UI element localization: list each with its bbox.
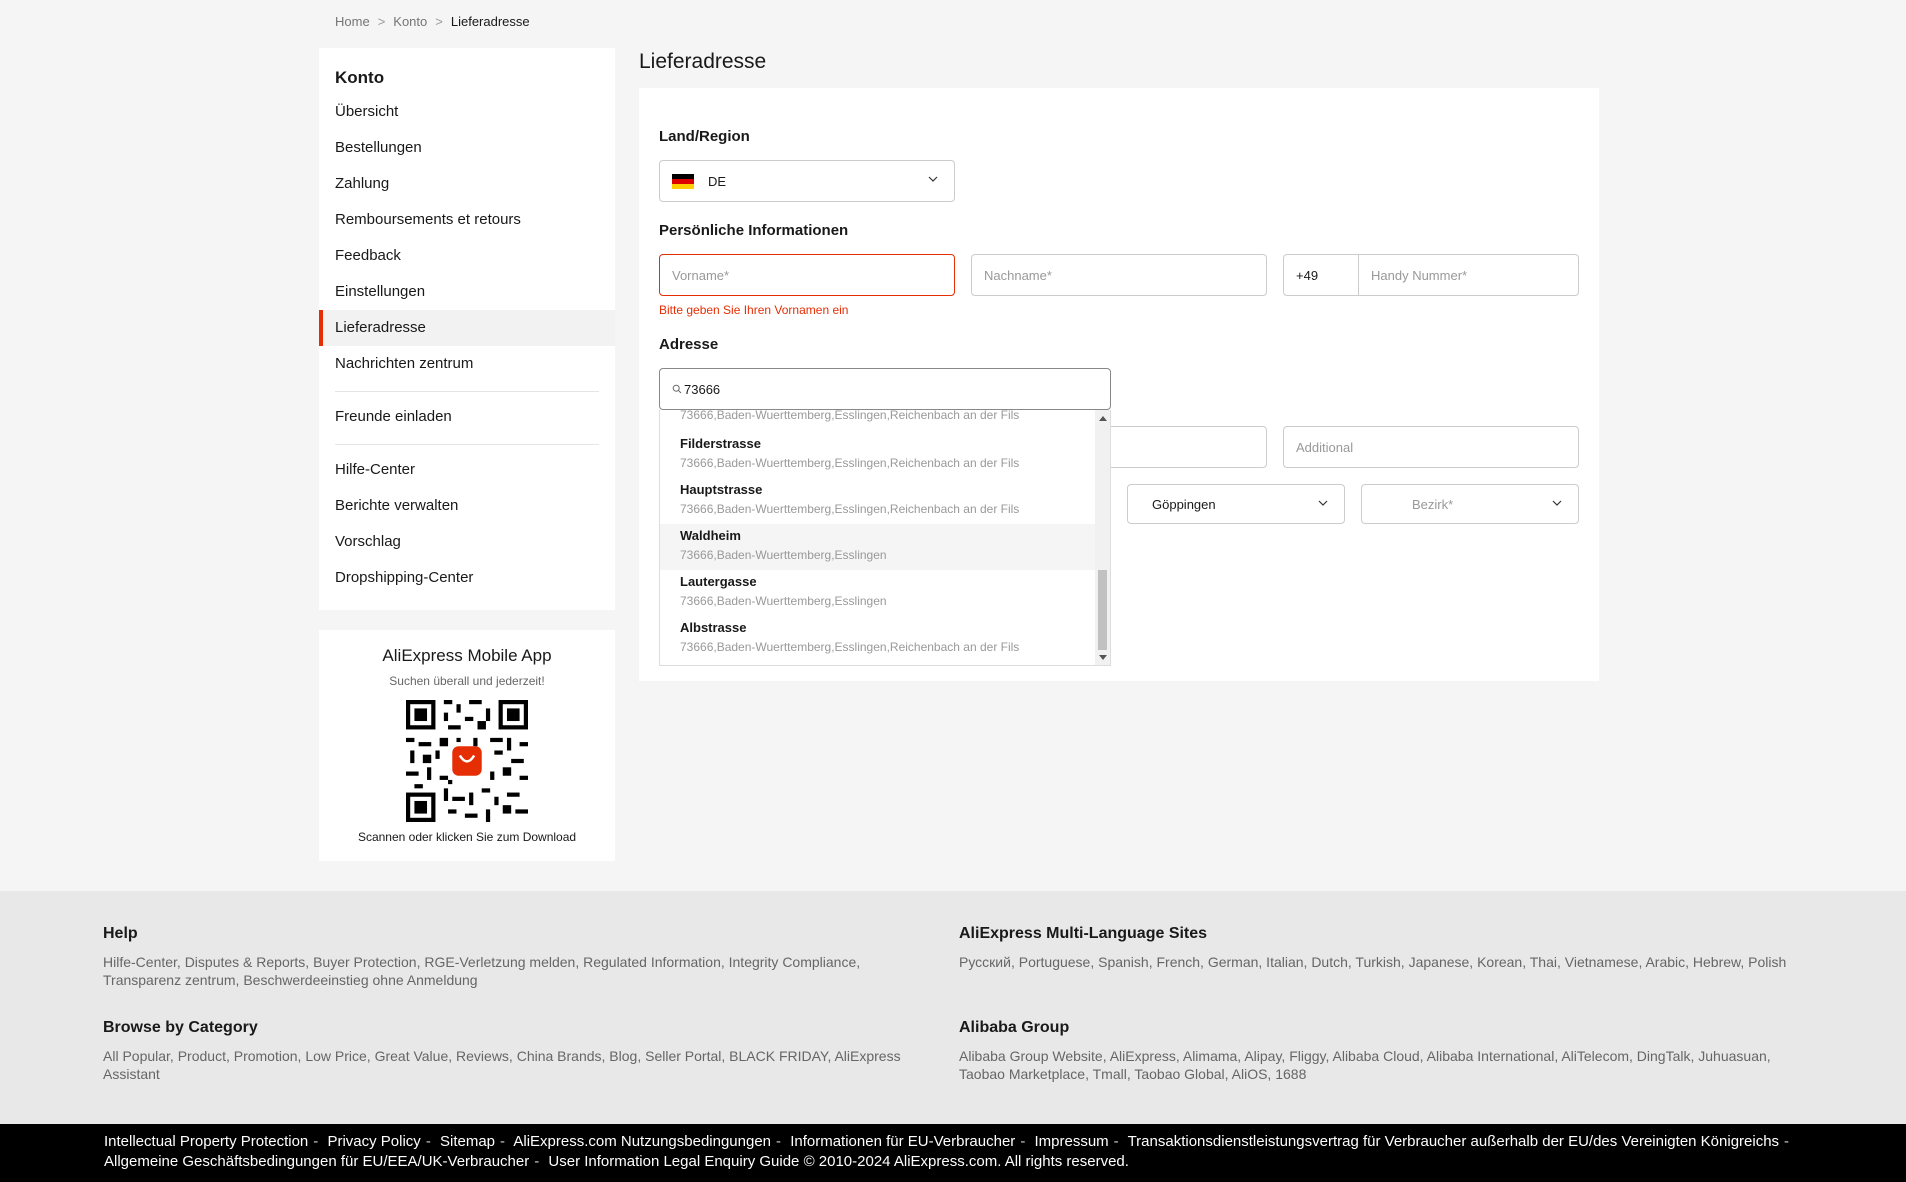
scrollbar-thumb[interactable] [1098,570,1107,650]
suggestion-name: Lautergasse [680,574,757,589]
suggestion-detail: 73666,Baden-Wuerttemberg,Esslingen,Reich… [680,502,1020,516]
suggestion-item[interactable]: Filderstrasse 73666,Baden-Wuerttemberg,E… [660,432,1097,478]
address-suggestions-dropdown: 73666,Baden-Wuerttemberg,Esslingen,Reich… [659,410,1111,666]
link-legal-enquiry-guide[interactable]: User Information Legal Enquiry Guide [548,1153,799,1170]
mobile-app-box: AliExpress Mobile App Suchen überall und… [319,630,615,861]
country-select[interactable]: DE [659,160,955,202]
suggestion-partial-detail[interactable]: 73666,Baden-Wuerttemberg,Esslingen,Reich… [680,410,1019,422]
copyright-text: © 2010-2024 AliExpress.com. All rights r… [803,1153,1129,1170]
sidebar-item-invite-friends[interactable]: Freunde einladen [319,399,615,435]
suggestion-detail: 73666,Baden-Wuerttemberg,Esslingen,Reich… [680,456,1020,470]
link-ip-protection[interactable]: Intellectual Property Protection [104,1133,308,1150]
suggestion-detail: 73666,Baden-Wuerttemberg,Esslingen [680,548,887,562]
dropdown-scrollbar[interactable] [1095,410,1110,665]
scroll-up-arrow-icon[interactable] [1099,416,1107,421]
sidebar-divider [335,391,599,392]
breadcrumb-separator: > [435,14,443,29]
lastname-input[interactable]: Nachname* [971,254,1267,296]
chevron-down-icon [928,176,938,182]
suggestion-name: Hauptstrasse [680,482,763,497]
sidebar-item-settings[interactable]: Einstellungen [319,274,615,310]
chevron-down-icon [1318,500,1328,506]
chevron-down-icon [1552,500,1562,506]
suggestion-name: Albstrasse [680,620,747,635]
district-select[interactable]: Bezirk* [1361,484,1579,524]
suggestion-detail: 73666,Baden-Wuerttemberg,Esslingen,Reich… [680,640,1020,654]
breadcrumb: Home > Konto > Lieferadresse [335,14,530,29]
search-icon [672,384,682,394]
footer-help-title: Help [103,925,138,942]
germany-flag-icon [672,173,694,189]
suggestion-detail: 73666,Baden-Wuerttemberg,Esslingen [680,594,887,608]
link-transaction-agreement[interactable]: Transaktionsdienstleistungsvertrag für V… [1128,1133,1779,1150]
phone-number-input[interactable]: Handy Nummer* [1358,254,1579,296]
breadcrumb-home[interactable]: Home [335,14,370,29]
breadcrumb-account[interactable]: Konto [393,14,427,29]
page-title: Lieferadresse [639,50,767,73]
site-footer: Help Hilfe-Center, Disputes & Reports, B… [0,891,1906,1124]
sidebar-item-help-center[interactable]: Hilfe-Center [319,452,615,488]
footer-alibaba-title: Alibaba Group [959,1019,1070,1036]
city-value: Göppingen [1152,496,1216,512]
suggestion-name: Filderstrasse [680,436,761,451]
account-sidebar: Konto Übersicht Bestellungen Zahlung Rem… [319,48,615,610]
sidebar-item-suggestion[interactable]: Vorschlag [319,524,615,560]
footer-category-title: Browse by Category [103,1019,258,1036]
scroll-down-arrow-icon[interactable] [1099,655,1107,660]
address-search-value: 73666 [684,381,721,397]
suggestion-name: Waldheim [680,528,741,543]
sidebar-item-overview[interactable]: Übersicht [319,94,615,130]
link-impressum[interactable]: Impressum [1034,1133,1108,1150]
suggestion-item[interactable]: Waldheim 73666,Baden-Wuerttemberg,Esslin… [660,524,1097,570]
sidebar-item-dropshipping[interactable]: Dropshipping-Center [319,560,615,596]
firstname-input[interactable]: Vorname* [659,254,955,296]
link-terms-of-use[interactable]: AliExpress.com Nutzungsbedingungen [513,1133,771,1150]
link-eu-consumer-info[interactable]: Informationen für EU-Verbraucher [790,1133,1015,1150]
app-subtitle: Suchen überall und jederzeit! [389,674,545,688]
breadcrumb-separator: > [377,14,386,29]
address-search-input[interactable]: 73666 [659,368,1111,410]
link-eu-terms[interactable]: Allgemeine Geschäftsbedingungen für EU/E… [104,1153,529,1170]
sidebar-item-payment[interactable]: Zahlung [319,166,615,202]
link-privacy-policy[interactable]: Privacy Policy [327,1133,420,1150]
footer-multilang-title: AliExpress Multi-Language Sites [959,925,1208,942]
sidebar-item-feedback[interactable]: Feedback [319,238,615,274]
suggestion-item[interactable]: Hauptstrasse 73666,Baden-Wuerttemberg,Es… [660,478,1097,524]
legal-bar: Intellectual Property Protection - Privac… [0,1124,1906,1182]
sidebar-divider [335,444,599,445]
app-title: AliExpress Mobile App [382,646,552,665]
footer-help-links[interactable]: Hilfe-Center, Disputes & Reports, Buyer … [103,953,923,989]
additional-input[interactable]: Additional [1283,426,1579,468]
footer-category-links[interactable]: All Popular, Product, Promotion, Low Pri… [103,1047,923,1083]
country-label: Land/Region [659,128,750,145]
app-download-text[interactable]: Scannen oder klicken Sie zum Download [319,830,615,844]
district-placeholder: Bezirk* [1412,496,1454,512]
sidebar-title: Konto [335,68,385,87]
city-select[interactable]: Göppingen [1127,484,1345,524]
sidebar-item-manage-reports[interactable]: Berichte verwalten [319,488,615,524]
sidebar-item-refunds[interactable]: Remboursements et retours [319,202,615,238]
address-form: Land/Region DE Persönliche Informationen… [639,88,1599,681]
sidebar-item-message-center[interactable]: Nachrichten zentrum [319,346,615,382]
address-label: Adresse [659,336,719,353]
personal-info-label: Persönliche Informationen [659,222,849,239]
sidebar-item-shipping-address[interactable]: Lieferadresse [319,310,615,346]
breadcrumb-current: Lieferadresse [450,14,530,29]
country-value: DE [708,173,727,189]
street-number-input[interactable] [1099,426,1267,468]
link-sitemap[interactable]: Sitemap [440,1133,495,1150]
footer-alibaba-links[interactable]: Alibaba Group Website, AliExpress, Alima… [959,1047,1819,1083]
phone-code-select[interactable]: +49 [1283,254,1359,296]
suggestion-item[interactable]: Lautergasse 73666,Baden-Wuerttemberg,Ess… [660,570,1097,616]
qr-code-icon[interactable] [406,700,528,822]
firstname-error: Bitte geben Sie Ihren Vornamen ein [659,303,849,317]
sidebar-item-orders[interactable]: Bestellungen [319,130,615,166]
footer-multilang-links[interactable]: Русский, Portuguese, Spanish, French, Ge… [959,953,1859,971]
suggestion-item[interactable]: Albstrasse 73666,Baden-Wuerttemberg,Essl… [660,616,1097,662]
